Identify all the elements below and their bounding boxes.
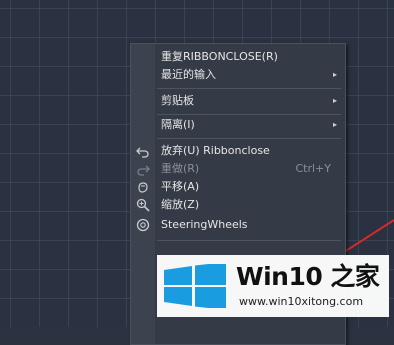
submenu-arrow-icon: ▸	[332, 70, 337, 79]
menu-item-clipboard[interactable]: 剪贴板 ▸	[131, 92, 345, 110]
steering-wheel-icon	[136, 218, 150, 232]
win10-watermark: Win10 之家 www.win10xitong.com	[157, 255, 389, 317]
windows-logo-icon	[164, 264, 226, 308]
menu-item-isolate[interactable]: 隔离(I) ▸	[131, 116, 345, 134]
menu-item-redo[interactable]: 重做(R) Ctrl+Y	[131, 160, 345, 178]
menu-item-steeringwheels[interactable]: SteeringWheels	[131, 216, 345, 234]
menu-separator	[157, 240, 341, 241]
menu-item-shortcut: Ctrl+Y	[295, 162, 331, 175]
menu-item-label: 剪贴板	[161, 94, 194, 107]
pan-icon	[138, 182, 148, 193]
undo-icon	[136, 147, 149, 158]
menu-item-label: 隔离(I)	[161, 118, 195, 131]
menu-item-recent-input[interactable]: 最近的输入 ▸	[131, 66, 345, 84]
submenu-arrow-icon: ▸	[332, 96, 337, 105]
zoom-icon	[136, 198, 150, 212]
menu-item-label: SteeringWheels	[161, 218, 248, 231]
menu-item-repeat[interactable]: 重复RIBBONCLOSE(R)	[131, 48, 345, 66]
menu-item-label: 重复RIBBONCLOSE(R)	[161, 50, 278, 63]
redo-icon	[137, 165, 150, 176]
menu-item-label: 重做(R)	[161, 162, 200, 175]
menu-item-label: 放弃(U) Ribbonclose	[161, 144, 270, 157]
menu-item-zoom[interactable]: 缩放(Z)	[131, 196, 345, 214]
menu-separator	[157, 138, 341, 139]
submenu-arrow-icon: ▸	[332, 120, 337, 129]
menu-separator	[157, 88, 341, 89]
menu-separator	[157, 114, 341, 115]
menu-item-pan[interactable]: 平移(A)	[131, 178, 345, 196]
menu-item-label: 平移(A)	[161, 180, 200, 193]
menu-item-undo[interactable]: 放弃(U) Ribbonclose	[131, 142, 345, 160]
menu-item-label: 缩放(Z)	[161, 198, 200, 211]
watermark-url: www.win10xitong.com	[239, 295, 364, 308]
menu-item-label: 最近的输入	[161, 68, 216, 81]
watermark-title: Win10 之家	[236, 262, 380, 291]
